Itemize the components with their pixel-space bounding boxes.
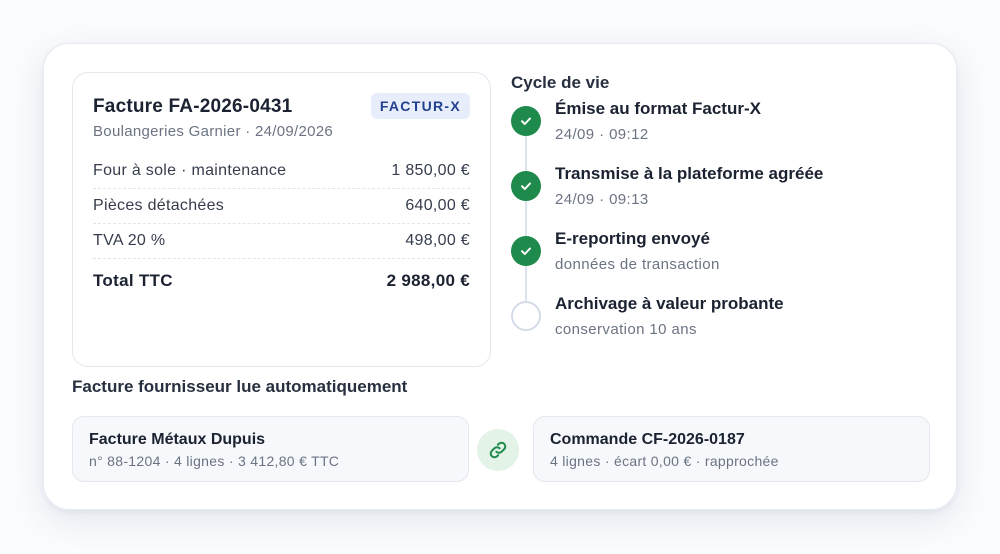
supplier-invoice-title: Facture Métaux Dupuis xyxy=(89,431,266,448)
timeline-step: Émise au format Factur-X 24/09 · 09:12 xyxy=(511,99,931,166)
step-title: Transmise à la plateforme agréée xyxy=(555,164,824,183)
check-icon xyxy=(511,106,541,136)
timeline-step: E-reporting envoyé données de transactio… xyxy=(511,229,931,296)
line-amount: 498,00 € xyxy=(405,232,470,249)
step-subtitle: conservation 10 ans xyxy=(555,321,697,338)
invoice-title: Facture FA-2026-0431 xyxy=(93,96,293,117)
total-amount: 2 988,00 € xyxy=(386,270,470,290)
total-label: Total TTC xyxy=(93,270,173,290)
invoice-card: Facture FA-2026-0431 Boulangeries Garnie… xyxy=(43,43,957,510)
pending-circle-icon xyxy=(511,301,541,331)
check-icon xyxy=(511,236,541,266)
invoice-subtitle: Boulangeries Garnier · 24/09/2026 xyxy=(93,123,334,140)
step-title: E-reporting envoyé xyxy=(555,229,710,248)
supplier-invoice-card[interactable]: Facture Métaux Dupuis n° 88-1204 · 4 lig… xyxy=(72,416,469,482)
purchase-order-title: Commande CF-2026-0187 xyxy=(550,431,745,448)
line-amount: 640,00 € xyxy=(405,197,470,214)
supplier-section-title: Facture fournisseur lue automatiquement xyxy=(72,377,408,396)
invoice-line: TVA 20 % 498,00 € xyxy=(93,224,470,259)
timeline-step: Transmise à la plateforme agréée 24/09 ·… xyxy=(511,164,931,231)
link-icon[interactable] xyxy=(477,429,519,471)
purchase-order-card[interactable]: Commande CF-2026-0187 4 lignes · écart 0… xyxy=(533,416,930,482)
format-badge: FACTUR-X xyxy=(370,93,470,119)
line-label: Four à sole · maintenance xyxy=(93,162,287,179)
line-amount: 1 850,00 € xyxy=(391,162,470,179)
lifecycle-title: Cycle de vie xyxy=(511,73,610,92)
line-label: Pièces détachées xyxy=(93,197,225,214)
step-subtitle: 24/09 · 09:13 xyxy=(555,191,649,208)
lifecycle-timeline: Émise au format Factur-X 24/09 · 09:12 T… xyxy=(511,99,931,356)
purchase-order-details: 4 lignes · écart 0,00 € · rapprochée xyxy=(550,453,779,469)
step-subtitle: données de transaction xyxy=(555,256,720,273)
invoice-panel: Facture FA-2026-0431 Boulangeries Garnie… xyxy=(72,72,491,367)
timeline-step: Archivage à valeur probante conservation… xyxy=(511,294,931,361)
invoice-line: Four à sole · maintenance 1 850,00 € xyxy=(93,154,470,189)
invoice-line: Pièces détachées 640,00 € xyxy=(93,189,470,224)
step-title: Archivage à valeur probante xyxy=(555,294,784,313)
supplier-invoice-details: n° 88-1204 · 4 lignes · 3 412,80 € TTC xyxy=(89,453,340,469)
invoice-lines: Four à sole · maintenance 1 850,00 € Piè… xyxy=(93,154,470,302)
invoice-total: Total TTC 2 988,00 € xyxy=(93,259,470,302)
check-icon xyxy=(511,171,541,201)
step-subtitle: 24/09 · 09:12 xyxy=(555,126,649,143)
line-label: TVA 20 % xyxy=(93,232,166,249)
step-title: Émise au format Factur-X xyxy=(555,99,761,118)
